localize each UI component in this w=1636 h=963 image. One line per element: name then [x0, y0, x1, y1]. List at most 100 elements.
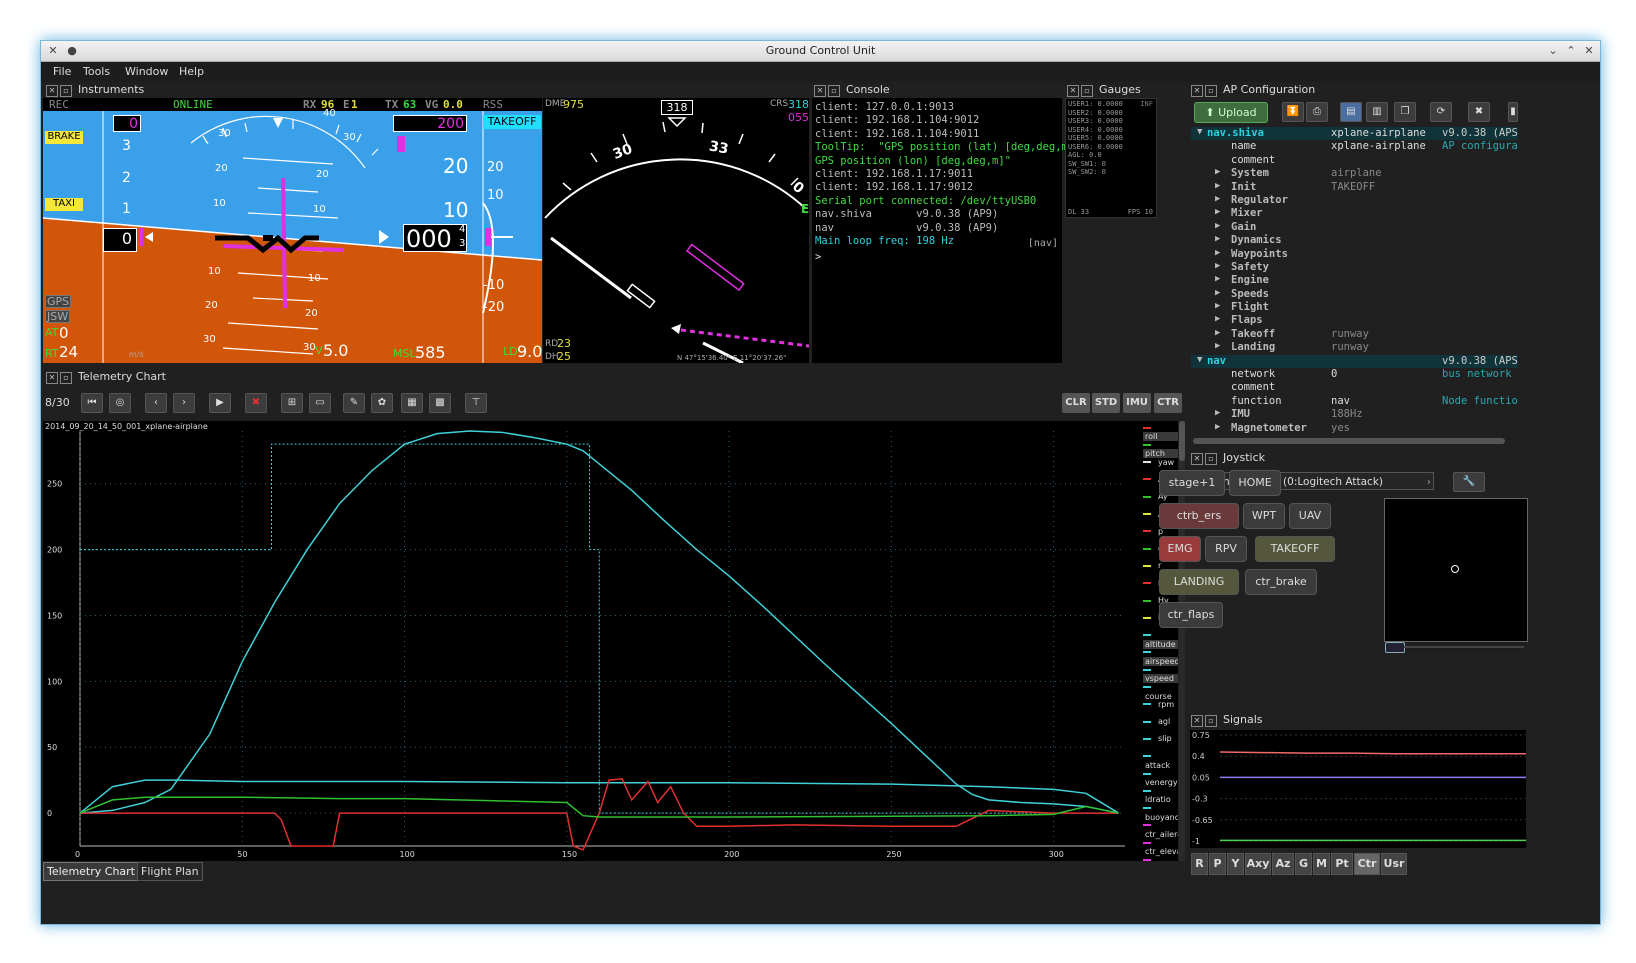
signal-button-m[interactable]: M [1313, 853, 1330, 875]
telemetry-chart[interactable]: 0 50 100 150 200 250 0 50 100 150 200 250 300 2014_0… [43, 421, 1178, 861]
menu-window[interactable]: Window [125, 65, 168, 78]
mode-ctr-button[interactable]: CTR [1154, 393, 1182, 413]
collapsed-arrow-icon[interactable]: ▶ [1215, 341, 1220, 351]
close-icon[interactable]: ✕ [1582, 44, 1596, 58]
legend-item-slip[interactable]: slip [1143, 734, 1174, 743]
joystick-slider-handle[interactable] [1385, 642, 1405, 653]
tree-row[interactable]: function nav Node function [1191, 395, 1518, 408]
menu-tools[interactable]: Tools [83, 65, 110, 78]
tree-row[interactable]: network 0 bus network [1191, 368, 1518, 381]
tree-row[interactable]: ▶ Gain [1191, 221, 1518, 234]
plugin-button[interactable]: ✿ [371, 393, 393, 413]
joystick-button-ctr-flaps[interactable]: ctr_flaps [1159, 602, 1223, 628]
sync-button[interactable]: ◎ [109, 393, 131, 413]
legend-item-ctr-throttle[interactable]: ctr_throttle [1143, 856, 1178, 861]
tab-flight-plan[interactable]: Flight Plan [137, 862, 203, 881]
legend-item-attack[interactable]: attack [1143, 752, 1178, 770]
close-panel-icon[interactable]: ✕ [1067, 85, 1079, 97]
collapsed-arrow-icon[interactable]: ▶ [1215, 221, 1220, 231]
signal-button-ctr[interactable]: Ctr [1354, 853, 1380, 875]
joystick-button-emg[interactable]: EMG [1159, 536, 1201, 562]
close-panel-icon[interactable]: ✕ [814, 85, 826, 97]
joystick-button-ctr-brake[interactable]: ctr_brake [1245, 569, 1317, 595]
tree-row[interactable]: ▶ Engine [1191, 274, 1518, 287]
legend-item-ctr-ailerons[interactable]: ctr_ailerons [1143, 821, 1178, 839]
tree-row[interactable]: ▶ Safety [1191, 261, 1518, 274]
collapsed-arrow-icon[interactable]: ▶ [1215, 408, 1220, 418]
signal-button-y[interactable]: Y [1227, 853, 1244, 875]
legend-item-airspeed[interactable]: airspeed [1143, 648, 1178, 666]
close-panel-icon[interactable]: ✕ [46, 85, 58, 97]
expand-arrow-icon[interactable]: ▼ [1197, 127, 1202, 137]
mode-std-button[interactable]: STD [1092, 393, 1120, 413]
collapsed-arrow-icon[interactable]: ▶ [1215, 328, 1220, 338]
tree-row[interactable]: comment [1191, 381, 1518, 394]
close-panel-icon[interactable]: ✕ [1191, 715, 1203, 727]
close-panel-icon[interactable]: ✕ [1191, 85, 1203, 97]
legend-item-roll[interactable]: roll [1143, 423, 1178, 441]
close-panel-icon[interactable]: ✕ [46, 372, 58, 384]
filter-button[interactable]: ⊤ [465, 393, 487, 413]
float-panel-icon[interactable]: ▫ [1205, 715, 1217, 727]
tree-row[interactable]: ▶ Init TAKEOFF [1191, 181, 1518, 194]
signal-button-p[interactable]: P [1209, 853, 1226, 875]
joystick-button-ctrb-ers[interactable]: ctrb_ers [1159, 503, 1239, 529]
image-button[interactable]: ▩ [429, 393, 451, 413]
collapsed-arrow-icon[interactable]: ▶ [1215, 234, 1220, 244]
tree-row[interactable]: ▶ IMU 188Hz [1191, 408, 1518, 421]
collapsed-arrow-icon[interactable]: ▶ [1215, 301, 1220, 311]
float-panel-icon[interactable]: ▫ [1205, 453, 1217, 465]
stop-button[interactable]: ✖ [245, 393, 267, 413]
split-button[interactable]: ⊞ [281, 393, 303, 413]
legend-item-altitude[interactable]: altitude [1143, 631, 1178, 649]
legend-item-yaw[interactable]: yaw [1143, 458, 1176, 467]
refresh-button[interactable]: ⟳ [1430, 102, 1452, 122]
signal-button-r[interactable]: R [1191, 853, 1208, 875]
next-button[interactable]: › [173, 393, 195, 413]
tree-row[interactable]: ▶ Speeds [1191, 288, 1518, 301]
tree-row[interactable]: ▶ Flaps [1191, 314, 1518, 327]
clear-button[interactable]: ✖ [1468, 102, 1490, 122]
maximize-icon[interactable]: ⌃ [1564, 44, 1578, 58]
float-panel-icon[interactable]: ▫ [1205, 85, 1217, 97]
collapsed-arrow-icon[interactable]: ▶ [1215, 288, 1220, 298]
signal-button-axy[interactable]: Axy [1245, 853, 1271, 875]
tree-row[interactable]: ▶ Regulator [1191, 194, 1518, 207]
signal-button-g[interactable]: G [1295, 853, 1312, 875]
legend-item-course[interactable]: course [1143, 683, 1178, 701]
collapsed-arrow-icon[interactable]: ▶ [1215, 422, 1220, 432]
notes-button[interactable]: ✎ [343, 393, 365, 413]
legend-item-vspeed[interactable]: vspeed [1143, 665, 1178, 684]
collapsed-arrow-icon[interactable]: ▶ [1215, 261, 1220, 271]
print-button[interactable]: ⎙ [1306, 102, 1328, 122]
collapsed-arrow-icon[interactable]: ▶ [1215, 314, 1220, 324]
legend-item-pitch[interactable]: pitch [1143, 440, 1178, 459]
float-panel-icon[interactable]: ▫ [60, 372, 72, 384]
legend-item-venergy[interactable]: venergy [1143, 769, 1178, 787]
tree-row[interactable]: ▶ Magnetometer yes [1191, 422, 1518, 435]
collapsed-arrow-icon[interactable]: ▶ [1215, 274, 1220, 284]
mode-clr-button[interactable]: CLR [1062, 393, 1090, 413]
float-panel-icon[interactable]: ▫ [828, 85, 840, 97]
float-panel-icon[interactable]: ▫ [60, 85, 72, 97]
legend-item-agl[interactable]: agl [1143, 717, 1172, 726]
upload-button[interactable]: ⬆ Upload [1194, 102, 1268, 123]
joystick-device-select[interactable]: AP control panel (0:Logitech Attack) › [1190, 472, 1434, 490]
prev-button[interactable]: ‹ [145, 393, 167, 413]
joystick-button-stage-1[interactable]: stage+1 [1159, 470, 1225, 496]
joystick-button-takeoff[interactable]: TAKEOFF [1255, 536, 1335, 562]
tree-row[interactable]: ▶ System airplane [1191, 167, 1518, 180]
signal-button-pt[interactable]: Pt [1331, 853, 1353, 875]
full-button[interactable]: ▭ [309, 393, 331, 413]
joystick-pad[interactable] [1384, 498, 1528, 642]
joystick-settings-button[interactable]: 🔧 [1453, 472, 1485, 492]
menu-help[interactable]: Help [179, 65, 204, 78]
joystick-button-rpv[interactable]: RPV [1205, 536, 1247, 562]
joystick-button-wpt[interactable]: WPT [1243, 503, 1285, 529]
collapsed-arrow-icon[interactable]: ▶ [1215, 181, 1220, 191]
collapsed-arrow-icon[interactable]: ▶ [1215, 207, 1220, 217]
tree-row[interactable]: name xplane-airplane AP configurati [1191, 140, 1518, 153]
tab-telemetry-chart[interactable]: Telemetry Chart [43, 862, 139, 881]
more-button[interactable]: ▮ [1508, 102, 1518, 122]
mode-imu-button[interactable]: IMU [1123, 393, 1151, 413]
